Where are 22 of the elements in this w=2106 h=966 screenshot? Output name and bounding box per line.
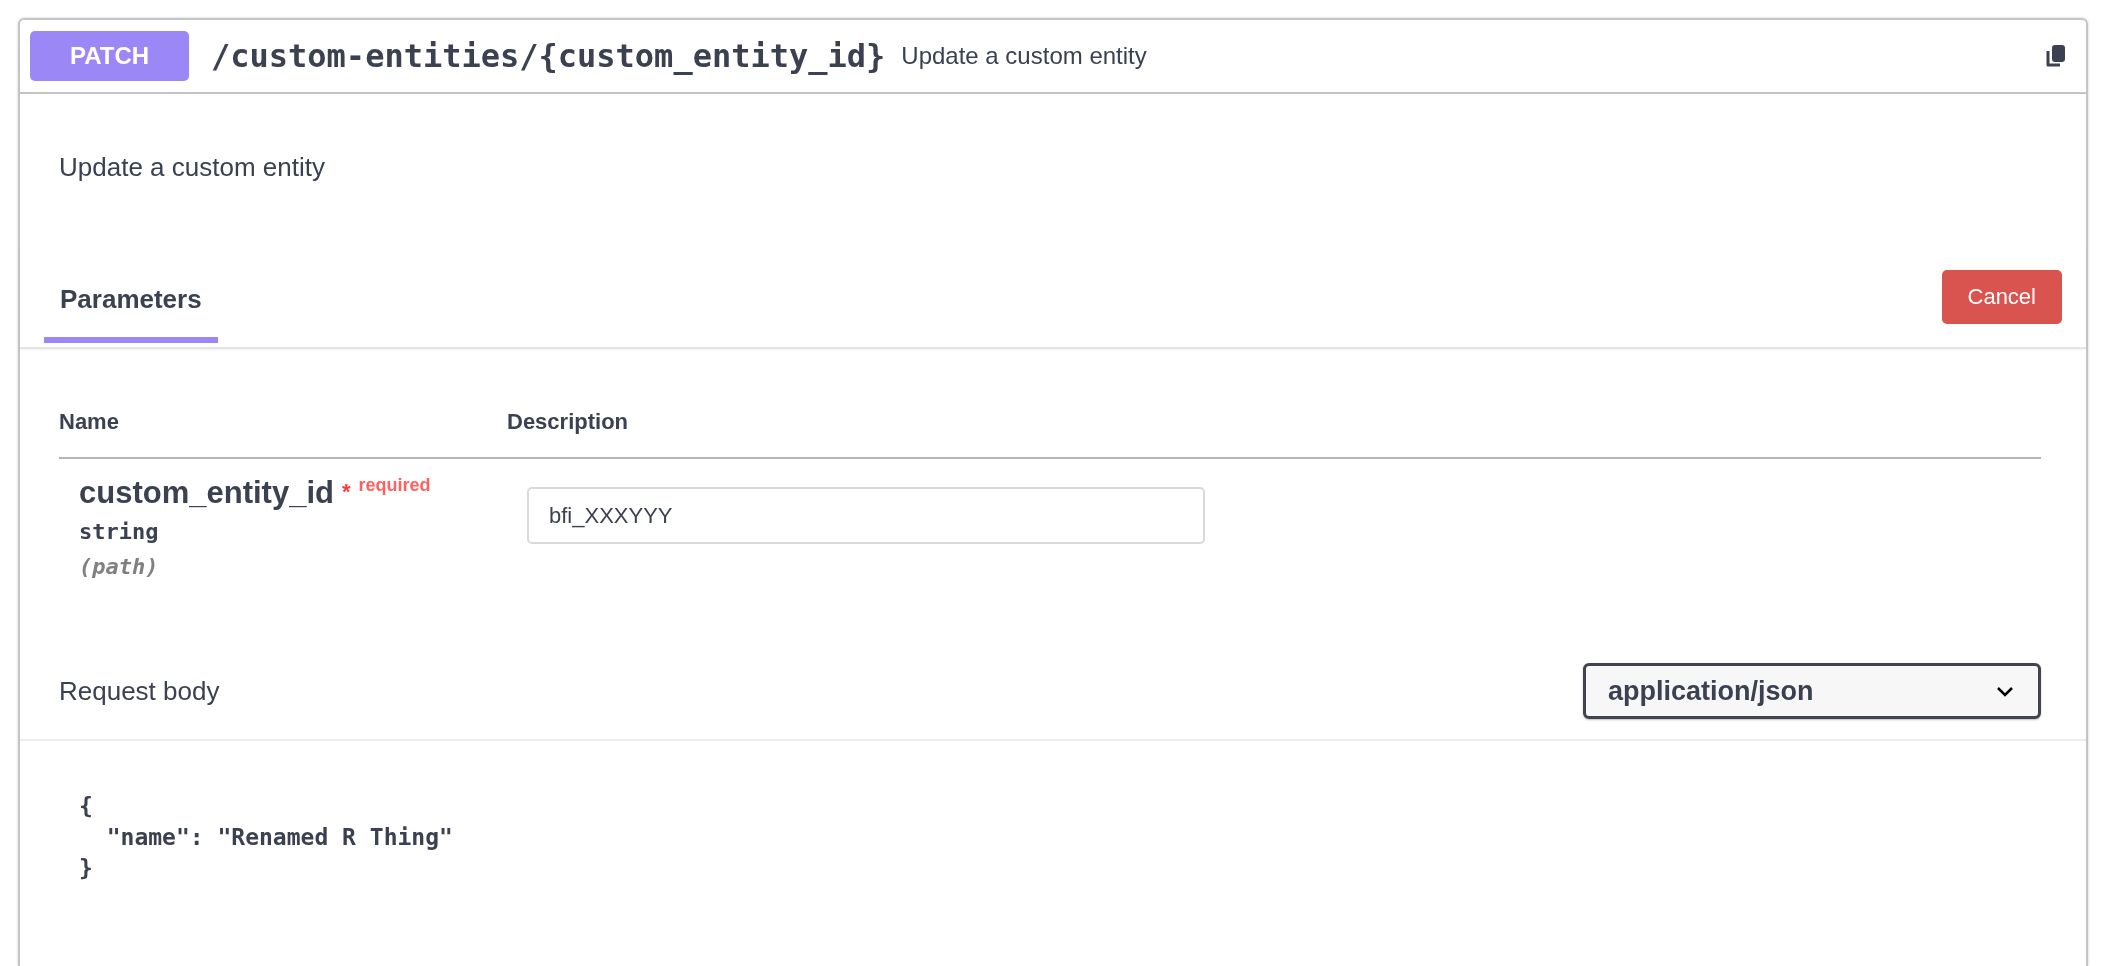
operation-summary: Update a custom entity [901, 42, 1148, 70]
code-line: } [79, 854, 93, 883]
code-line: "name": "Renamed R Thing" [105, 823, 453, 852]
required-mark: * [341, 479, 351, 505]
operation-header[interactable]: PATCH /custom-entities/{custom_entity_id} Update a custom entity [20, 20, 2086, 94]
request-body-label: Request body [59, 675, 220, 707]
copy-icon[interactable] [2046, 44, 2066, 68]
operation-description: Update a custom entity [58, 151, 326, 184]
required-label: required [358, 475, 431, 496]
parameter-name: custom_entity_id [79, 475, 334, 511]
cancel-button[interactable]: Cancel [1941, 270, 2062, 324]
column-header: Description [507, 409, 630, 435]
content-type-select[interactable]: application/json [1583, 663, 2041, 719]
parameter-location: (path) [79, 554, 160, 579]
method-badge: PATCH [30, 31, 189, 81]
code-line: { [79, 792, 93, 821]
parameters-tab[interactable]: Parameters [44, 258, 218, 343]
input-field[interactable]: bfi_XXXYYY [527, 487, 1205, 544]
column-header: Name [59, 409, 120, 435]
endpoint-path: /custom-entities/{custom_entity_id} [211, 37, 886, 75]
parameter-type: string [79, 519, 160, 544]
chevron-down-icon [1996, 685, 2014, 697]
